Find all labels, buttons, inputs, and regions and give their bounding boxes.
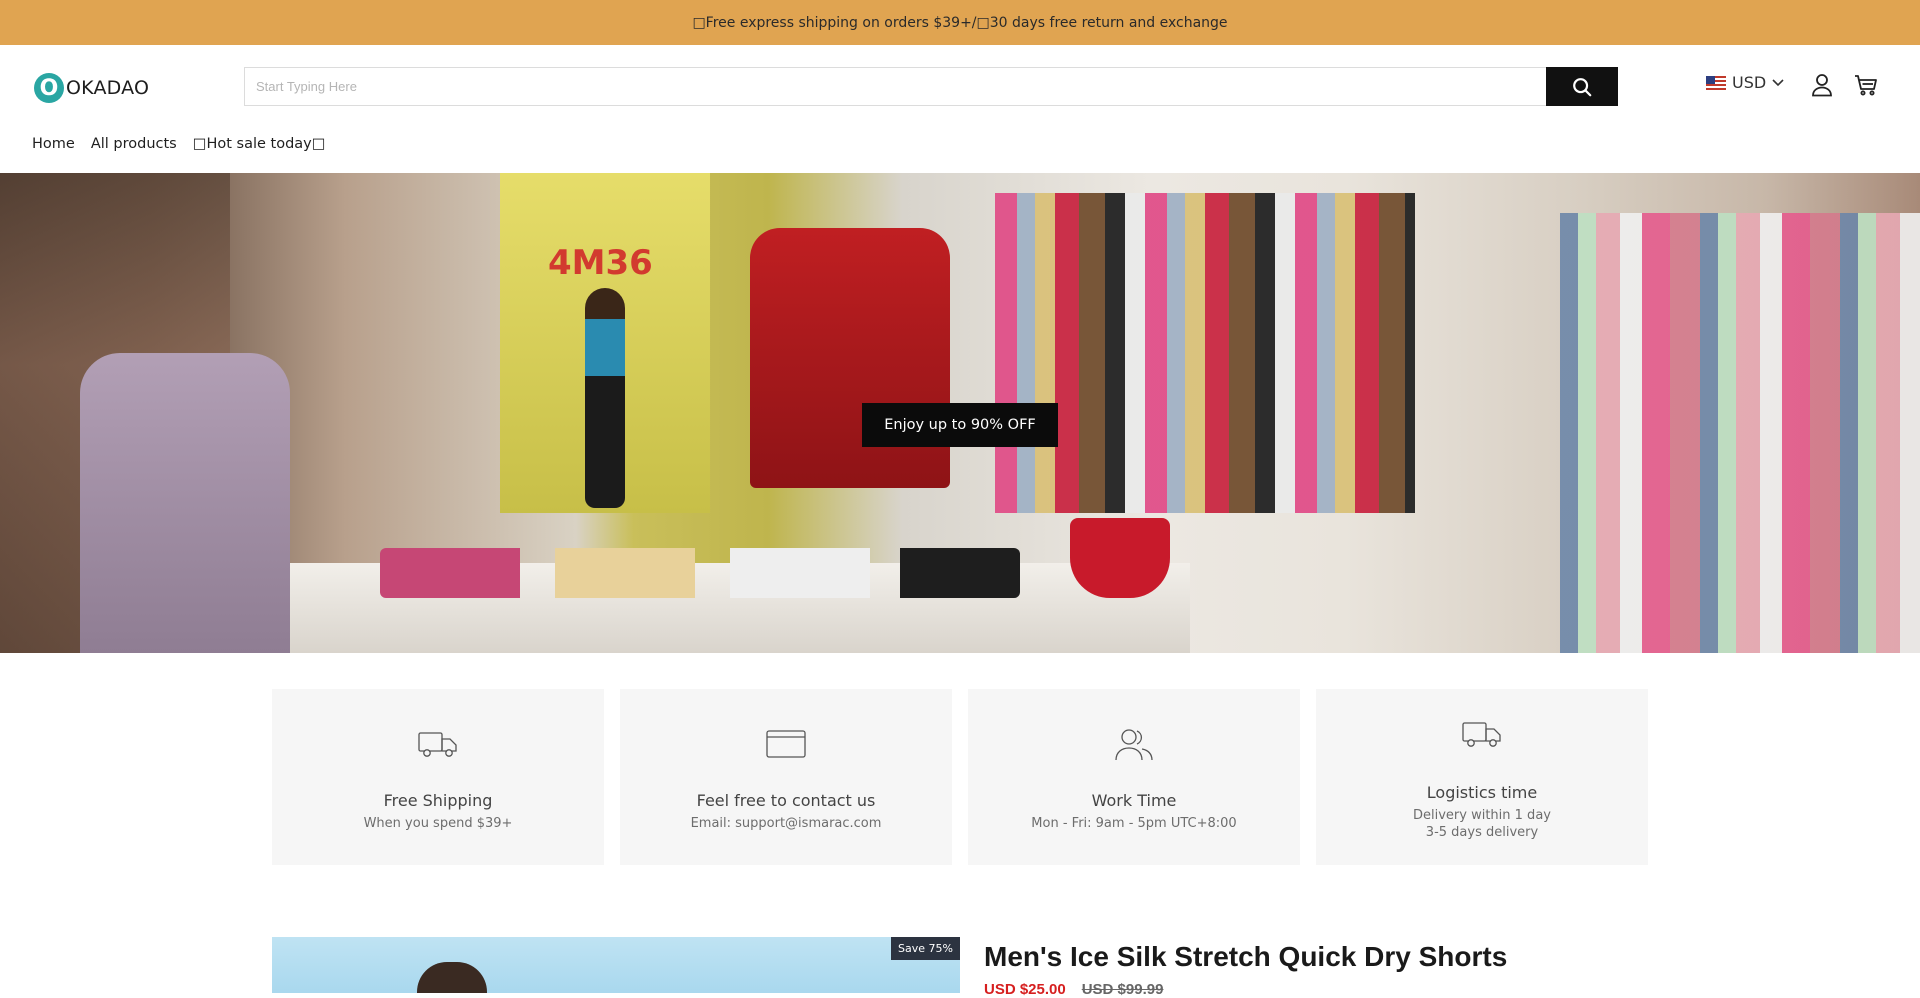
announcement-bar: □Free express shipping on orders $39+/□3…: [0, 0, 1920, 45]
feature-subtitle-line: 3-5 days delivery: [1425, 825, 1539, 840]
hero-poster-figure: [585, 288, 625, 508]
chevron-down-icon: [1772, 78, 1784, 86]
us-flag-icon: [1706, 75, 1726, 90]
nav-home[interactable]: Home: [32, 136, 75, 152]
featured-product: Save 75% Men's Ice Silk Stretch Quick Dr…: [272, 937, 1648, 998]
product-image[interactable]: Save 75%: [272, 937, 960, 993]
envelope-icon: [766, 730, 806, 758]
announcement-text: □Free express shipping on orders $39+/□3…: [692, 14, 1228, 31]
hero-clothes-rack-right: [1560, 213, 1920, 653]
hero-cta-button[interactable]: Enjoy up to 90% OFF: [862, 403, 1058, 447]
user-icon: [1812, 74, 1832, 97]
search-input[interactable]: [244, 67, 1546, 106]
currency-label: USD: [1732, 73, 1767, 92]
feature-title: Free Shipping: [383, 791, 493, 810]
cart-icon: [1855, 75, 1877, 96]
product-title[interactable]: Men's Ice Silk Stretch Quick Dry Shorts: [984, 941, 1507, 973]
feature-card: Feel free to contact us Email: support@i…: [620, 689, 952, 865]
feature-subtitle-line: Delivery within 1 day: [1413, 808, 1551, 823]
truck-icon: [1462, 722, 1501, 747]
header: O OKADAO USD: [0, 45, 1920, 125]
hero-tshirt: [80, 353, 290, 653]
product-price: USD $25.00 USD $99.99: [984, 981, 1163, 998]
feature-card: Logistics time Delivery within 1 day 3-5…: [1316, 689, 1648, 865]
nav-all-products[interactable]: All products: [91, 136, 177, 152]
search-icon: [1573, 77, 1592, 96]
feature-title: Logistics time: [1426, 783, 1538, 802]
product-model-figure: [417, 962, 487, 993]
nav-hot-sale[interactable]: □Hot sale today□: [193, 136, 326, 152]
cart-button[interactable]: [1853, 72, 1879, 98]
compare-price: USD $99.99: [1081, 981, 1164, 998]
currency-selector[interactable]: USD: [1706, 73, 1784, 92]
logo-mark: O: [34, 73, 64, 103]
save-badge: Save 75%: [891, 937, 960, 960]
feature-subtitle: When you spend $39+: [363, 816, 513, 831]
logo[interactable]: O OKADAO: [34, 65, 174, 111]
logo-text: OKADAO: [66, 77, 150, 99]
hero-poster-text: 4M36: [548, 243, 653, 283]
search-bar: [244, 67, 1618, 106]
feature-card: Work Time Mon - Fri: 9am - 5pm UTC+8:00: [968, 689, 1300, 865]
hero-red-jacket: [750, 228, 950, 488]
sale-price: USD $25.00: [984, 981, 1066, 998]
feature-title: Work Time: [1091, 791, 1177, 810]
hero-clothes-rack: [995, 193, 1415, 513]
main-nav: Home All products □Hot sale today□: [32, 136, 325, 152]
features-row: Free Shipping When you spend $39+ Feel f…: [272, 689, 1648, 865]
hero-folded-clothes: [380, 548, 1020, 598]
feature-subtitle[interactable]: Email: support@ismarac.com: [691, 815, 882, 832]
hero-red-bag: [1070, 518, 1170, 598]
search-button[interactable]: [1546, 67, 1618, 106]
feature-subtitle: Mon - Fri: 9am - 5pm UTC+8:00: [1031, 816, 1237, 831]
users-icon: [1115, 729, 1153, 761]
feature-title: Feel free to contact us: [696, 791, 876, 810]
account-button[interactable]: [1809, 72, 1835, 98]
feature-card: Free Shipping When you spend $39+: [272, 689, 604, 865]
feature-subtitle: Delivery within 1 day 3-5 days delivery: [1413, 807, 1551, 841]
truck-icon: [418, 732, 457, 757]
